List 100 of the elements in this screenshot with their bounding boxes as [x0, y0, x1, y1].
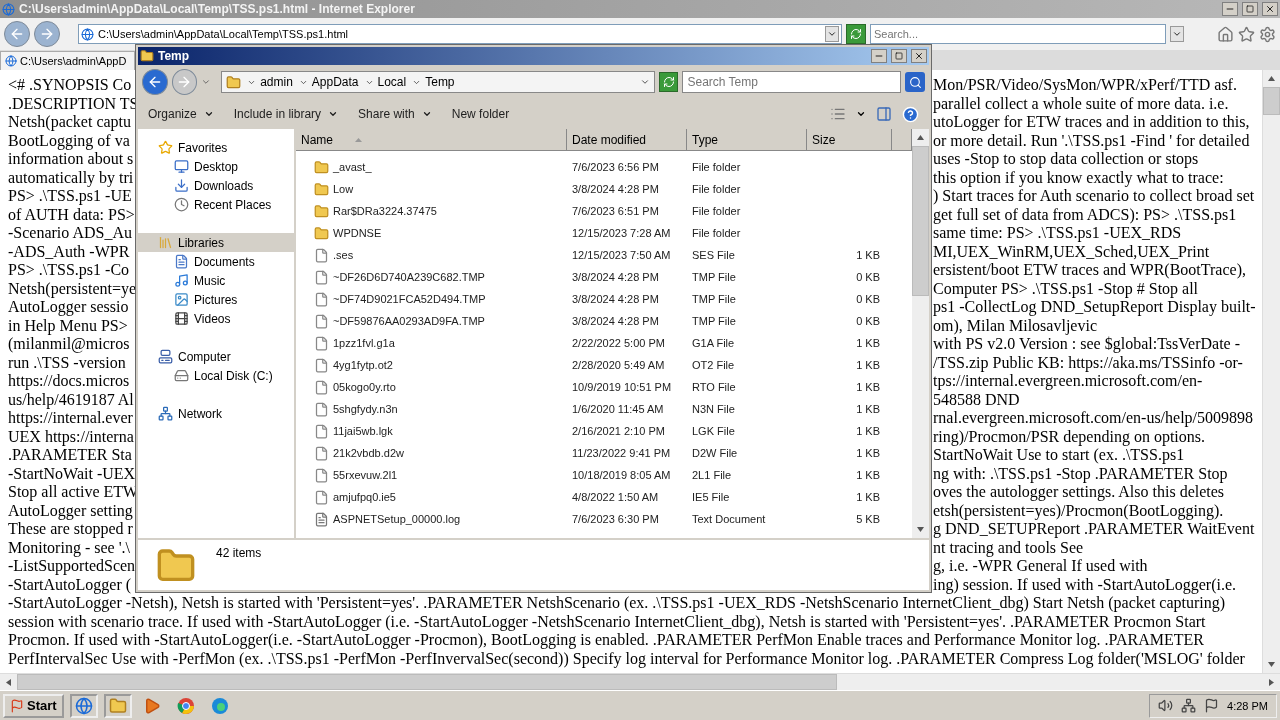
toolbar-button[interactable]: Organize — [148, 107, 214, 121]
address-bar[interactable]: admin AppData Local Temp — [221, 71, 655, 93]
minimize-button[interactable] — [1222, 2, 1238, 16]
scroll-down-icon[interactable] — [1268, 661, 1275, 668]
browser-tab[interactable]: C:\Users\admin\AppD — [0, 51, 135, 70]
volume-icon[interactable] — [1158, 698, 1174, 713]
recent-pages-icon[interactable] — [201, 77, 212, 87]
scroll-down-icon[interactable] — [917, 526, 924, 533]
column-header[interactable]: Type — [687, 129, 807, 151]
sidebar-item[interactable]: Libraries — [138, 233, 294, 252]
sidebar-item[interactable]: Desktop — [138, 157, 294, 176]
scroll-up-icon[interactable] — [1268, 75, 1275, 82]
file-row[interactable]: ~DF59876AA0293AD9FA.TMP 3/8/2024 4:28 PM TMP File 0 KB — [296, 310, 912, 332]
sidebar-item[interactable]: Network — [138, 404, 294, 423]
home-icon[interactable] — [1217, 25, 1234, 43]
caret-icon[interactable] — [856, 109, 866, 119]
file-row[interactable]: amjufpq0.ie5 4/8/2022 1:50 AM IE5 File 1 KB — [296, 486, 912, 508]
settings-icon[interactable] — [1259, 25, 1276, 43]
date-cell-text: 2/16/2021 2:10 PM — [571, 425, 666, 437]
column-header[interactable]: Date modified — [567, 129, 687, 151]
sidebar-item[interactable]: Computer — [138, 347, 294, 366]
date-cell-text: 12/15/2023 7:50 AM — [571, 249, 672, 261]
file-row[interactable]: ~DF26D6D740A239C682.TMP 3/8/2024 4:28 PM TMP File 0 KB — [296, 266, 912, 288]
date-cell-text: 2/22/2022 5:00 PM — [571, 337, 666, 349]
date-cell-text: 1/6/2020 11:45 AM — [571, 403, 665, 415]
sidebar-item[interactable]: Documents — [138, 252, 294, 271]
pictures-icon — [174, 292, 189, 307]
file-row[interactable]: ~DF74D9021FCA52D494.TMP 3/8/2024 4:28 PM TMP File 0 KB — [296, 288, 912, 310]
clock: 4:28 PM — [1227, 699, 1268, 712]
help-icon[interactable] — [902, 105, 919, 123]
type-cell-text: N3N File — [691, 403, 736, 415]
back-button[interactable] — [4, 21, 30, 47]
sidebar-item[interactable]: Downloads — [138, 176, 294, 195]
forward-button[interactable] — [34, 21, 60, 47]
taskbar-app[interactable] — [103, 693, 132, 718]
view-icon[interactable] — [830, 106, 846, 122]
sidebar-item[interactable]: Local Disk (C:) — [138, 366, 294, 385]
file-row[interactable]: 11jai5wb.lgk 2/16/2021 2:10 PM LGK File 1 KB — [296, 420, 912, 442]
search-field[interactable]: Search Temp — [682, 71, 902, 93]
scroll-thumb[interactable] — [17, 674, 837, 690]
network-icon[interactable] — [1181, 698, 1197, 713]
file-row[interactable]: 4yg1fytp.ot2 2/28/2020 5:49 AM OT2 File 1 KB — [296, 354, 912, 376]
size-cell-text: 1 KB — [855, 425, 881, 437]
sidebar-item[interactable]: Videos — [138, 309, 294, 328]
close-button[interactable] — [1262, 2, 1278, 16]
file-row[interactable]: 21k2vbdb.d2w 11/23/2022 9:41 PM D2W File 1 KB — [296, 442, 912, 464]
scroll-right-icon[interactable] — [1268, 679, 1275, 686]
toolbar-button[interactable]: Include in library — [233, 107, 339, 121]
column-header[interactable]: Size — [807, 129, 892, 151]
toolbar-button[interactable]: New folder — [451, 107, 510, 121]
file-row[interactable]: Low 3/8/2024 4:28 PM File folder — [296, 178, 912, 200]
file-row[interactable]: 5shgfydy.n3n 1/6/2020 11:45 AM N3N File 1 KB — [296, 398, 912, 420]
close-button[interactable] — [911, 49, 927, 63]
search-field[interactable]: Search... — [870, 24, 1166, 44]
scroll-thumb[interactable] — [1263, 87, 1280, 115]
search-button[interactable] — [905, 72, 925, 92]
breadcrumb-item[interactable]: Temp — [425, 75, 455, 89]
file-row[interactable]: ASPNETSetup_00000.log 7/6/2023 6:30 PM Text Document 5 KB — [296, 508, 912, 530]
sidebar-item[interactable]: Pictures — [138, 290, 294, 309]
file-row[interactable]: .ses 12/15/2023 7:50 AM SES File 1 KB — [296, 244, 912, 266]
breadcrumb-item[interactable]: admin — [260, 75, 293, 89]
horizontal-scrollbar[interactable] — [0, 673, 1280, 690]
file-row[interactable]: _avast_ 7/6/2023 6:56 PM File folder — [296, 156, 912, 178]
scroll-left-icon[interactable] — [5, 679, 12, 686]
dropdown-button[interactable] — [825, 26, 839, 42]
size-cell-text: 5 KB — [855, 513, 881, 525]
file-row[interactable]: 05kogo0y.rto 10/9/2019 10:51 PM RTO File 1 KB — [296, 376, 912, 398]
favorites-icon[interactable] — [1238, 25, 1255, 43]
sidebar-item[interactable]: Favorites — [138, 138, 294, 157]
breadcrumb-item[interactable]: Local — [377, 75, 407, 89]
minimize-button[interactable] — [871, 49, 887, 63]
file-row[interactable]: 1pzz1fvl.g1a 2/22/2022 5:00 PM G1A File 1 KB — [296, 332, 912, 354]
file-icon — [314, 401, 329, 417]
breadcrumb-item[interactable]: AppData — [311, 75, 359, 89]
start-button[interactable]: Start — [3, 693, 64, 718]
sidebar-item[interactable]: Music — [138, 271, 294, 290]
refresh-button[interactable] — [658, 72, 679, 92]
forward-button[interactable] — [171, 69, 198, 95]
column-header[interactable]: Name — [296, 129, 567, 151]
address-field[interactable]: C:\Users\admin\AppData\Local\Temp\TSS.ps1.html — [78, 24, 842, 44]
back-button[interactable] — [142, 69, 168, 95]
file-row[interactable]: Rar$DRa3224.37475 7/6/2023 6:51 PM File folder — [296, 200, 912, 222]
page-text: https://docs.micros — [8, 372, 131, 391]
file-row[interactable]: 55rxevuw.2l1 10/18/2019 8:05 AM 2L1 File 1 KB — [296, 464, 912, 486]
type-cell-text: TMP File — [691, 315, 737, 327]
refresh-button[interactable] — [846, 24, 866, 44]
file-name: ASPNETSetup_00000.log — [333, 513, 461, 525]
scroll-up-icon[interactable] — [917, 134, 924, 141]
taskbar-app[interactable] — [69, 693, 98, 718]
sidebar-item[interactable]: Recent Places — [138, 195, 294, 214]
window-title: C:\Users\admin\AppData\Local\Temp\TSS.ps1.html - Internet Explorer — [19, 2, 416, 16]
scroll-thumb[interactable] — [912, 146, 929, 296]
toolbar-button[interactable]: Share with — [358, 107, 432, 121]
file-row[interactable]: WPDNSE 12/15/2023 7:28 AM File folder — [296, 222, 912, 244]
flag-icon[interactable] — [1204, 698, 1220, 713]
file-name: 4yg1fytp.ot2 — [333, 359, 393, 371]
vertical-scrollbar[interactable] — [1262, 70, 1280, 673]
vertical-scrollbar[interactable] — [912, 129, 929, 538]
search-options-button[interactable] — [1170, 26, 1184, 42]
preview-pane-icon[interactable] — [876, 106, 892, 122]
